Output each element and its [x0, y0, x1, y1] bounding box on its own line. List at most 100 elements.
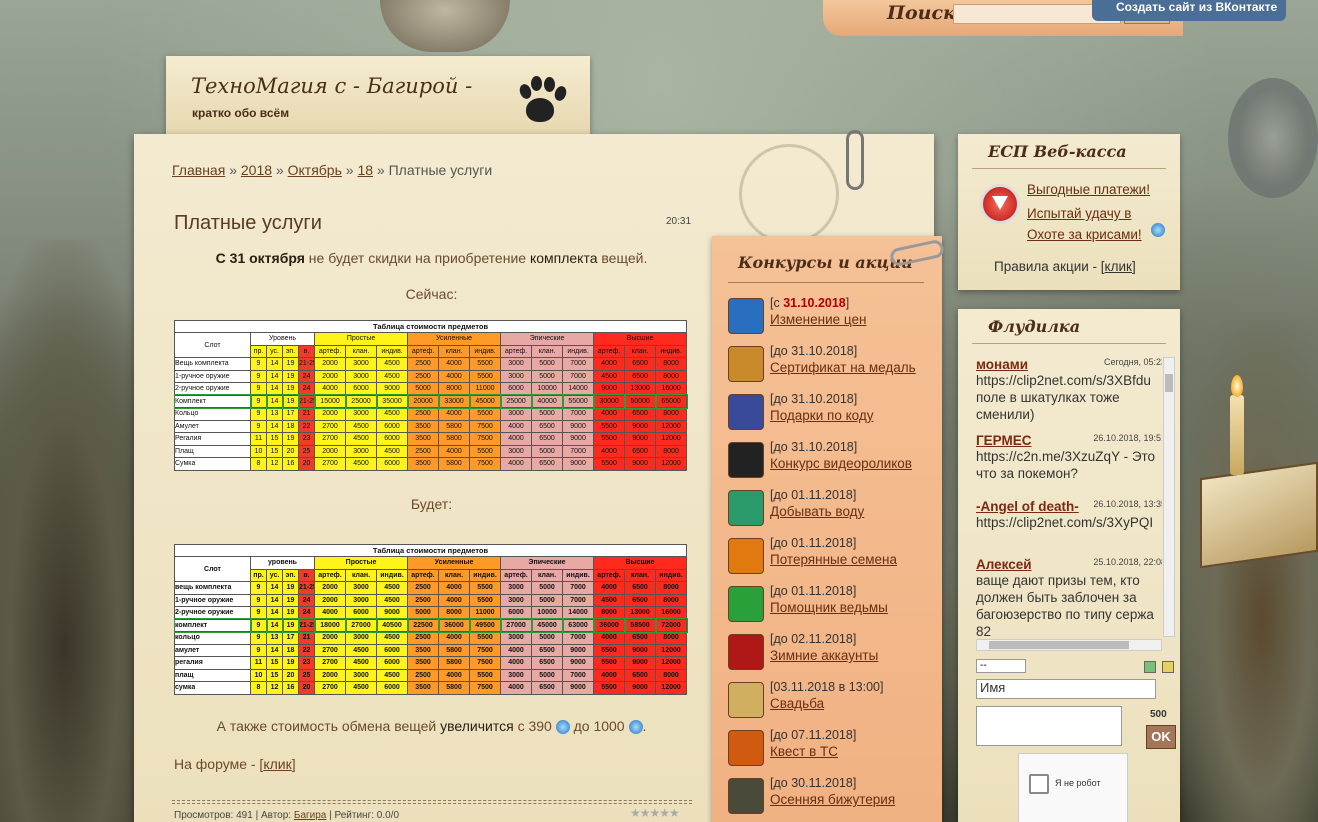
chat-message-input[interactable]: [976, 706, 1122, 746]
breadcrumb-year[interactable]: 2018: [241, 162, 272, 178]
table-cell: 4000: [500, 432, 533, 446]
cauldron-icon[interactable]: [728, 730, 764, 766]
table-group-header: Высшие: [593, 556, 688, 570]
gift-icon[interactable]: [728, 298, 764, 334]
table-cell: 8: [250, 457, 267, 471]
smiley-select[interactable]: --: [976, 659, 1026, 673]
esp-link-luck[interactable]: Испытай удачу в: [1027, 206, 1131, 221]
breadcrumb-month[interactable]: Октябрь: [288, 162, 342, 178]
table-cell: 4000: [500, 643, 533, 657]
chat-horizontal-scrollbar[interactable]: [976, 639, 1162, 651]
rating-stars-icon[interactable]: ★★★★★: [630, 806, 680, 820]
table-cell: 4500: [593, 369, 626, 383]
table-cell: 8000: [655, 357, 688, 371]
esp-link-hunt[interactable]: Охоте за крисами!: [1027, 227, 1142, 242]
ghost-icon[interactable]: [728, 586, 764, 622]
contest-link[interactable]: Потерянные семена: [770, 552, 897, 567]
table-cell: 19: [282, 593, 299, 607]
table-cell: 3500: [407, 432, 440, 446]
ring-icon[interactable]: [728, 634, 764, 670]
contest-link[interactable]: Зимние аккаунты: [770, 648, 878, 663]
contest-date: [до 31.10.2018]: [770, 440, 858, 454]
table-cell: 4000: [593, 668, 626, 682]
water-icon[interactable]: [728, 490, 764, 526]
contest-link[interactable]: Подарки по коду: [770, 408, 873, 423]
table-cell: 6500: [624, 357, 657, 371]
download-arrow-icon[interactable]: [980, 184, 1020, 224]
table-row: Комплект9141921-251500025000350002000033…: [173, 394, 688, 409]
pumpkin-icon[interactable]: [728, 538, 764, 574]
table-cell: 10: [250, 444, 267, 458]
site-title[interactable]: ТехноМагия с - Багирой -: [191, 74, 472, 98]
table-cell: 6500: [624, 631, 657, 645]
contest-link[interactable]: Квест в ТС: [770, 744, 838, 759]
table-cell: 5500: [469, 369, 502, 383]
wedding-ring-icon[interactable]: [728, 682, 764, 718]
esp-link-payments[interactable]: Выгодные платежи!: [1027, 182, 1150, 197]
table-row: комплект9141921-251800027000405002250036…: [173, 618, 688, 633]
esp-panel: ЕСП Веб-касса Выгодные платежи! Испытай …: [958, 134, 1180, 290]
table-cell: 8: [250, 681, 267, 695]
recaptcha-checkbox[interactable]: [1029, 774, 1049, 794]
contest-link[interactable]: Свадьба: [770, 696, 824, 711]
clapper-icon[interactable]: [728, 442, 764, 478]
chat-author[interactable]: -Angel of death-: [976, 499, 1079, 514]
table-cell: 24: [297, 382, 316, 396]
table-cell: 25000: [344, 394, 378, 409]
table-cell: 3500: [407, 419, 440, 433]
table-cell: 4500: [345, 681, 377, 695]
chat-send-button[interactable]: OK: [1146, 725, 1176, 749]
candle-decoration: [1230, 395, 1244, 475]
author-link[interactable]: Багира: [294, 810, 326, 821]
price-table-will: Таблица стоимости предметов Слот уровень Пр…: [173, 544, 688, 695]
breadcrumb-home[interactable]: Главная: [172, 162, 225, 178]
table-cell: 18: [282, 419, 299, 433]
table-cell: 19: [281, 618, 300, 633]
chat-message: -Angel of death- 26.10.2018, 13:35 https…: [976, 499, 1162, 531]
chat-vertical-scrollbar[interactable]: [1163, 357, 1175, 637]
scroll-icon[interactable]: [728, 346, 764, 382]
refresh-icon[interactable]: [1144, 661, 1156, 673]
contest-date: [до 31.10.2018]: [770, 344, 858, 358]
contest-date: [до 07.11.2018]: [770, 728, 857, 742]
chat-author[interactable]: Алексей: [976, 557, 1032, 572]
table-cell: 8000: [593, 606, 626, 620]
table-caption: Таблица стоимости предметов: [174, 320, 688, 332]
table-cell: 5800: [438, 432, 471, 446]
contest-link[interactable]: Помощник ведьмы: [770, 600, 888, 615]
contest-link[interactable]: Конкурс видеороликов: [770, 456, 912, 471]
contest-item: [до 31.10.2018] Конкурс видеороликов: [728, 438, 938, 482]
chat-author[interactable]: монами: [976, 357, 1028, 372]
table-cell: 8000: [655, 668, 688, 682]
table-subheader-cell: клан.: [624, 344, 657, 358]
leaf-icon[interactable]: [728, 778, 764, 814]
price-table-now: Таблица стоимости предметов Слот Уровень Пр…: [173, 320, 688, 471]
table-cell: 9: [250, 419, 267, 433]
esp-rules-link[interactable]: клик: [1105, 259, 1132, 274]
table-row: Сумка 8 12 16 20 2700 4500 6000 3500 5800 7500 4000…: [174, 457, 688, 471]
table-group-header: Усиленные: [406, 556, 502, 570]
contest-link[interactable]: Изменение цен: [770, 312, 866, 327]
chat-messages[interactable]: монами Сегодня, 05:23 https://clip2net.c…: [976, 357, 1162, 637]
chat-name-input[interactable]: Имя: [976, 679, 1156, 699]
table-cell: 7000: [562, 444, 595, 458]
table-cell: 15000: [313, 394, 347, 409]
table-cell: 6500: [624, 593, 657, 607]
table-subheader-cell: артеф.: [314, 568, 346, 582]
contest-link[interactable]: Сертификат на медаль: [770, 360, 916, 375]
table-cell: 14: [266, 419, 283, 433]
table-cell: 5000: [531, 593, 564, 607]
chat-author[interactable]: ГЕРМЕС: [976, 433, 1031, 448]
smiley-icon[interactable]: [1162, 661, 1174, 673]
breadcrumb-day[interactable]: 18: [357, 162, 373, 178]
table-cell: 13: [266, 631, 283, 645]
table-cell: 15: [266, 444, 283, 458]
table-cell: Сумка: [174, 457, 251, 471]
create-site-vk-button[interactable]: Создать сайт из ВКонтакте: [1092, 0, 1286, 21]
forum-link[interactable]: клик: [263, 756, 291, 772]
contest-link[interactable]: Осенняя бижутерия: [770, 792, 895, 807]
contest-link[interactable]: Добывать воду: [770, 504, 864, 519]
table-subheader-cell: в.: [297, 344, 316, 358]
potion-icon[interactable]: [728, 394, 764, 430]
table-cell: 9000: [376, 382, 409, 396]
